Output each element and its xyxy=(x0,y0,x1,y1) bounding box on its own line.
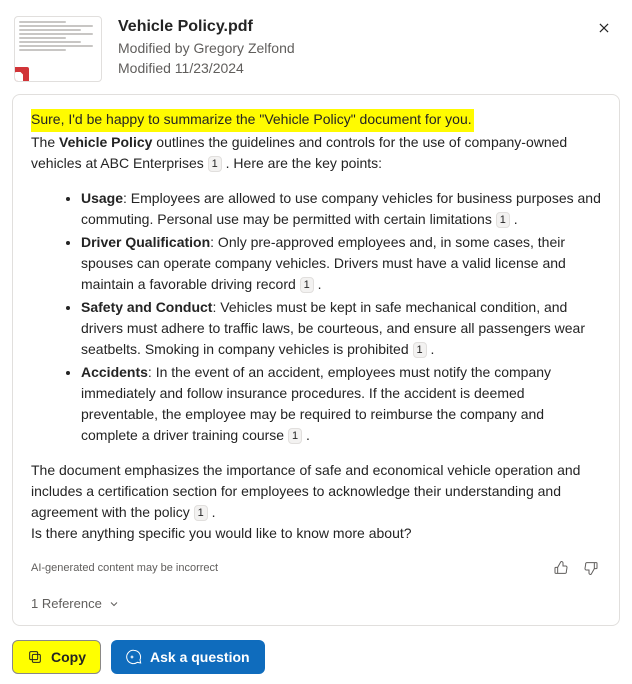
list-item: Usage: Employees are allowed to use comp… xyxy=(81,188,601,230)
file-title: Vehicle Policy.pdf xyxy=(118,16,618,38)
intro-highlight: Sure, I'd be happy to summarize the "Veh… xyxy=(31,109,474,132)
copy-button[interactable]: Copy xyxy=(12,640,101,674)
feedback-buttons xyxy=(551,558,601,578)
file-meta: Vehicle Policy.pdf Modified by Gregory Z… xyxy=(118,16,618,78)
pdf-icon xyxy=(14,67,29,82)
list-item: Driver Qualification: Only pre-approved … xyxy=(81,232,601,295)
close-button[interactable] xyxy=(590,14,618,42)
chevron-down-icon xyxy=(108,598,120,610)
reference-chip[interactable]: 1 xyxy=(194,505,208,521)
action-bar: Copy Ask a question xyxy=(10,640,622,674)
reference-chip[interactable]: 1 xyxy=(413,342,427,358)
followup-prompt: Is there anything specific you would lik… xyxy=(31,523,601,544)
thumbs-up-button[interactable] xyxy=(551,558,571,578)
copy-icon xyxy=(27,649,43,665)
reference-chip[interactable]: 1 xyxy=(496,212,510,228)
file-thumbnail[interactable] xyxy=(14,16,102,82)
reference-chip[interactable]: 1 xyxy=(208,156,222,172)
list-item: Safety and Conduct: Vehicles must be kep… xyxy=(81,297,601,360)
disclaimer-text: AI-generated content may be incorrect xyxy=(31,562,218,574)
summary-panel: Sure, I'd be happy to summarize the "Veh… xyxy=(12,94,620,626)
references-toggle[interactable]: 1 Reference xyxy=(31,596,601,611)
reference-chip[interactable]: 1 xyxy=(300,277,314,293)
list-item: Accidents: In the event of an accident, … xyxy=(81,362,601,446)
summary-content: Sure, I'd be happy to summarize the "Veh… xyxy=(31,109,601,544)
file-modified-date: Modified 11/23/2024 xyxy=(118,58,618,78)
ask-question-button[interactable]: Ask a question xyxy=(111,640,265,674)
disclaimer-row: AI-generated content may be incorrect xyxy=(31,558,601,578)
file-modified-by: Modified by Gregory Zelfond xyxy=(118,38,618,58)
key-points-list: Usage: Employees are allowed to use comp… xyxy=(81,188,601,446)
reference-chip[interactable]: 1 xyxy=(288,428,302,444)
sparkle-chat-icon xyxy=(126,649,142,665)
file-header: Vehicle Policy.pdf Modified by Gregory Z… xyxy=(10,10,622,94)
thumbs-down-button[interactable] xyxy=(581,558,601,578)
